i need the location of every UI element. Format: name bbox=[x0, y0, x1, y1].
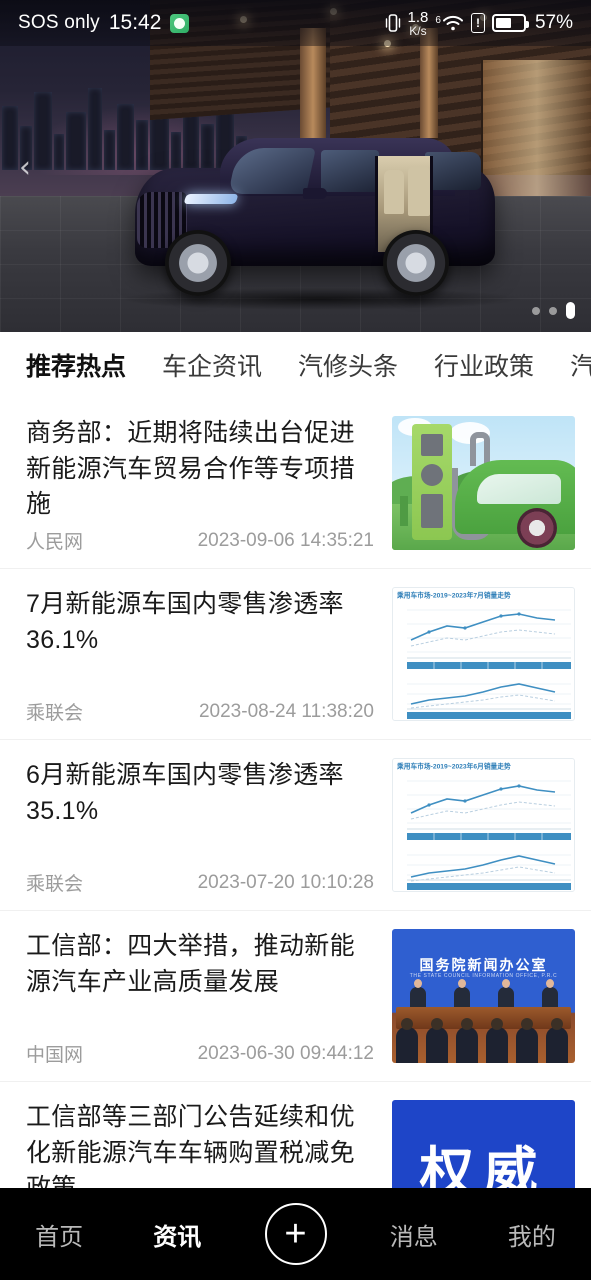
news-datetime: 2023-08-24 11:38:20 bbox=[198, 700, 374, 722]
nav-item-profile[interactable]: 我的 bbox=[473, 1217, 591, 1252]
bottom-nav-bar[interactable]: 首页 资讯 + 消息 我的 bbox=[0, 1188, 591, 1280]
news-thumbnail-ev-charging bbox=[392, 416, 575, 550]
carousel-dot-1[interactable] bbox=[532, 306, 540, 315]
news-source: 乘联会 bbox=[26, 703, 84, 724]
tab-recommended[interactable]: 推荐热点 bbox=[26, 347, 126, 383]
tab-industry-policy[interactable]: 行业政策 bbox=[434, 347, 534, 383]
plus-icon[interactable]: + bbox=[264, 1203, 327, 1265]
news-meta: 中国网 2023-06-30 09:44:12 bbox=[26, 1040, 378, 1067]
news-title: 7月新能源车国内零售渗透率36.1% bbox=[26, 590, 344, 654]
carousel-prev-icon[interactable]: ‹ bbox=[8, 150, 42, 186]
category-tab-bar[interactable]: 推荐热点 车企资讯 汽修头条 行业政策 汽车助手 bbox=[0, 332, 591, 398]
news-list[interactable]: 商务部：近期将陆续出台促进新能源汽车贸易合作等专项措施 人民网 2023-09-… bbox=[0, 398, 591, 1188]
news-text-block: 商务部：近期将陆续出台促进新能源汽车贸易合作等专项措施 人民网 2023-09-… bbox=[26, 416, 378, 554]
news-text-block: 工信部：四大举措，推动新能源汽车产业高质量发展 中国网 2023-06-30 0… bbox=[26, 929, 378, 1067]
sim-alert-icon: ! bbox=[470, 13, 485, 33]
news-source: 中国网 bbox=[26, 1045, 84, 1066]
news-meta: 乘联会 2023-07-20 10:10:28 bbox=[26, 869, 378, 896]
news-thumbnail-press-conference: 国务院新闻办公室 THE STATE COUNCIL INFORMATION O… bbox=[392, 929, 575, 1063]
press-backdrop-title: 国务院新闻办公室 bbox=[419, 957, 548, 973]
news-datetime: 2023-06-30 09:44:12 bbox=[197, 1042, 374, 1064]
news-text-block: 7月新能源车国内零售渗透率36.1% 乘联会 2023-08-24 11:38:… bbox=[26, 587, 378, 725]
news-title: 6月新能源车国内零售渗透率35.1% bbox=[26, 761, 344, 825]
tab-repair-headlines[interactable]: 汽修头条 bbox=[298, 347, 398, 383]
news-thumbnail-sales-chart: 乘用车市场-2019~2023年6月销量走势 bbox=[392, 758, 575, 892]
news-title: 工信部：四大举措，推动新能源汽车产业高质量发展 bbox=[26, 932, 355, 996]
nav-item-news[interactable]: 资讯 bbox=[118, 1217, 236, 1252]
news-source: 乘联会 bbox=[26, 874, 84, 895]
news-meta: 乘联会 2023-08-24 11:38:20 bbox=[26, 698, 378, 725]
battery-percent-label: 57% bbox=[534, 12, 573, 33]
status-bar: SOS only 15:42 1.8 K/s 6 ! 57% bbox=[0, 0, 591, 46]
press-backdrop-subtitle: THE STATE COUNCIL INFORMATION OFFICE, P.… bbox=[409, 973, 558, 979]
wifi-icon: 6 bbox=[435, 14, 464, 32]
vibrate-icon bbox=[385, 12, 401, 34]
news-list-item[interactable]: 7月新能源车国内零售渗透率36.1% 乘联会 2023-08-24 11:38:… bbox=[0, 569, 591, 740]
news-list-item[interactable]: 6月新能源车国内零售渗透率35.1% 乘联会 2023-07-20 10:10:… bbox=[0, 740, 591, 911]
status-bar-right: 1.8 K/s 6 ! 57% bbox=[385, 10, 573, 37]
wifi-generation-label: 6 bbox=[435, 15, 441, 26]
news-list-item[interactable]: 工信部等三部门公告延续和优化新能源汽车车辆购置税减免政策 权威 bbox=[0, 1082, 591, 1188]
news-title: 工信部等三部门公告延续和优化新能源汽车车辆购置税减免政策 bbox=[26, 1103, 355, 1188]
banner-image bbox=[0, 0, 591, 332]
news-text-block: 工信部等三部门公告延续和优化新能源汽车车辆购置税减免政策 bbox=[26, 1100, 378, 1188]
carrier-label: SOS only bbox=[18, 12, 100, 33]
carousel-dot-2[interactable] bbox=[549, 306, 557, 315]
app-screen: ‹ SOS only 15:42 1.8 K/s 6 ! 57% 推荐热点 车企… bbox=[0, 0, 591, 1280]
news-datetime: 2023-07-20 10:10:28 bbox=[197, 871, 374, 893]
authority-banner-text: 权威 bbox=[419, 1142, 548, 1189]
news-list-item[interactable]: 商务部：近期将陆续出台促进新能源汽车贸易合作等专项措施 人民网 2023-09-… bbox=[0, 398, 591, 569]
notification-app-icon bbox=[170, 13, 190, 33]
tab-car-assistant[interactable]: 汽车助手 bbox=[570, 347, 591, 383]
nav-add-button[interactable]: + bbox=[236, 1203, 354, 1265]
news-text-block: 6月新能源车国内零售渗透率35.1% 乘联会 2023-07-20 10:10:… bbox=[26, 758, 378, 896]
network-speed: 1.8 K/s bbox=[408, 10, 429, 37]
promo-banner-carousel[interactable]: ‹ bbox=[0, 0, 591, 332]
nav-item-messages[interactable]: 消息 bbox=[355, 1217, 473, 1252]
network-speed-value: 1.8 bbox=[407, 8, 429, 26]
battery-icon bbox=[491, 14, 529, 32]
news-datetime: 2023-09-06 14:35:21 bbox=[197, 529, 374, 551]
status-clock: 15:42 bbox=[108, 11, 162, 34]
news-meta: 人民网 2023-09-06 14:35:21 bbox=[26, 527, 378, 554]
status-bar-left: SOS only 15:42 bbox=[18, 11, 190, 35]
nav-item-home[interactable]: 首页 bbox=[0, 1217, 118, 1252]
news-title: 商务部：近期将陆续出台促进新能源汽车贸易合作等专项措施 bbox=[26, 419, 355, 518]
carousel-indicators[interactable] bbox=[532, 302, 575, 319]
news-thumbnail-authority-banner: 权威 bbox=[392, 1100, 575, 1188]
news-source: 人民网 bbox=[26, 532, 84, 553]
news-list-item[interactable]: 工信部：四大举措，推动新能源汽车产业高质量发展 中国网 2023-06-30 0… bbox=[0, 911, 591, 1082]
news-thumbnail-sales-chart: 乘用车市场-2019~2023年7月销量走势 bbox=[392, 587, 575, 721]
car-photo-subject bbox=[125, 130, 505, 300]
tab-automaker-news[interactable]: 车企资讯 bbox=[162, 347, 262, 383]
carousel-dot-3[interactable] bbox=[566, 302, 575, 319]
network-speed-unit: K/s bbox=[409, 23, 427, 38]
